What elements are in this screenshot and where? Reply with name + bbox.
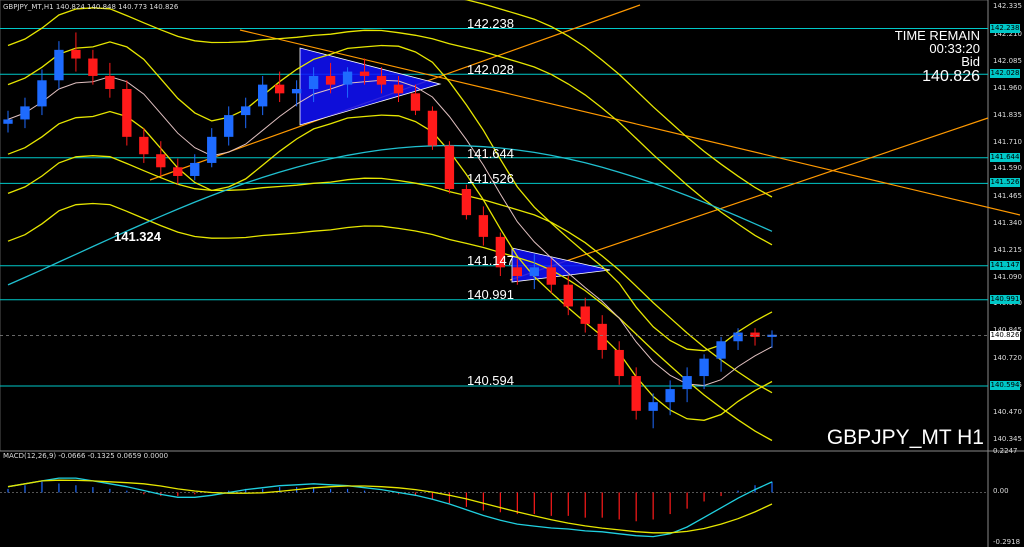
price-axis-level-tag: 141.644 <box>990 152 1020 162</box>
candle-body <box>699 358 709 377</box>
candle-body <box>563 284 573 307</box>
candle-body <box>122 88 132 137</box>
price-axis-tick: 140.720 <box>993 353 1022 362</box>
candle-body <box>716 341 726 359</box>
candle-body <box>478 215 489 237</box>
price-axis-tick: 141.590 <box>993 164 1022 173</box>
candle-body <box>342 71 353 85</box>
price-axis-tick: 141.960 <box>993 83 1022 92</box>
symbol-label: GBPJPY_MT H1 <box>826 426 984 449</box>
candle-body <box>597 323 607 350</box>
candle-body <box>139 136 149 155</box>
level-label: 142.028 <box>467 62 514 77</box>
price-axis-tick: 141.710 <box>993 138 1022 147</box>
candle-body <box>241 106 251 116</box>
current-price-tag: 140.826 <box>990 330 1020 340</box>
price-axis-tick: 140.470 <box>993 408 1022 417</box>
level-label: 140.594 <box>467 373 514 388</box>
candle-body <box>88 58 98 76</box>
candle-body <box>614 349 624 377</box>
level-label: 142.238 <box>467 16 514 31</box>
candle-body <box>750 332 760 337</box>
candle-body <box>733 332 743 342</box>
level-label: 141.147 <box>467 253 514 268</box>
candle-body <box>665 389 675 403</box>
bid-value: 140.826 <box>922 68 980 85</box>
candle-body <box>546 267 556 285</box>
macd-axis-tick: 0.00 <box>993 487 1009 496</box>
time-remain-panel: TIME REMAIN 00:33:20 Bid 140.826 <box>895 29 980 85</box>
price-axis-level-tag: 141.526 <box>990 178 1020 188</box>
price-axis-level-tag: 140.991 <box>990 294 1020 304</box>
price-axis-tick: 142.335 <box>993 2 1022 11</box>
candle-body <box>512 267 523 277</box>
candle-body <box>648 402 658 411</box>
candle-body <box>444 145 455 190</box>
candle-body <box>393 84 404 94</box>
macd-signal-line <box>7 479 773 534</box>
price-axis-tick: 141.340 <box>993 218 1022 227</box>
price-axis-level-tag: 142.238 <box>990 23 1020 33</box>
candle-body <box>224 115 234 137</box>
marked-level-label: 141.324 <box>114 229 161 244</box>
candle-body <box>580 306 590 324</box>
price-axis-tick: 140.345 <box>993 435 1022 444</box>
candle-body <box>156 154 166 168</box>
bollinger-band <box>7 155 773 394</box>
candle-body <box>274 84 285 94</box>
price-axis-tick: 142.085 <box>993 56 1022 65</box>
price-axis-level-tag: 140.594 <box>990 381 1020 391</box>
candle-body <box>3 119 13 124</box>
candle-body <box>359 71 370 76</box>
macd-axis-tick: 0.2247 <box>993 447 1018 455</box>
price-axis-tick: 141.835 <box>993 111 1022 120</box>
candle-body <box>291 88 302 94</box>
candle-body <box>308 75 319 89</box>
chart-header: GBPJPY_MT,H1 140.824 140.848 140.773 140… <box>3 3 179 11</box>
level-label: 140.991 <box>467 287 514 302</box>
candle-body <box>325 75 336 85</box>
candle-body <box>427 110 438 146</box>
price-chart[interactable] <box>0 0 1024 547</box>
price-axis-tick: 141.090 <box>993 273 1022 282</box>
price-axis-level-tag: 142.028 <box>990 69 1020 79</box>
candle-body <box>682 376 692 390</box>
price-axis-tick: 141.465 <box>993 191 1022 200</box>
macd-axis-tick: -0.2918 <box>993 538 1021 546</box>
price-axis-tick: 141.215 <box>993 246 1022 254</box>
macd-header: MACD(12,26,9) -0.0666 -0.1325 0.0659 0.0… <box>3 452 169 460</box>
candle-body <box>257 84 268 107</box>
moving-average-slow <box>7 144 773 286</box>
candle-body <box>54 49 64 81</box>
triangle-pattern <box>299 47 442 126</box>
trendline-channel <box>509 117 989 281</box>
candle-body <box>190 162 200 176</box>
level-label: 141.526 <box>467 171 514 186</box>
candle-body <box>207 136 217 163</box>
candle-body <box>71 49 81 59</box>
candle-body <box>410 93 421 111</box>
candle-body <box>376 75 387 85</box>
candle-body <box>529 267 539 277</box>
price-axis-level-tag: 141.147 <box>990 260 1020 270</box>
candle-body <box>173 167 183 176</box>
bid-label: Bid <box>961 54 980 69</box>
candle-body <box>631 376 641 411</box>
candle-body <box>105 75 115 89</box>
candle-body <box>37 80 47 107</box>
candle-body <box>461 189 472 216</box>
triangle-pattern <box>511 247 611 283</box>
candle-body <box>20 106 30 120</box>
level-label: 141.644 <box>467 146 514 161</box>
